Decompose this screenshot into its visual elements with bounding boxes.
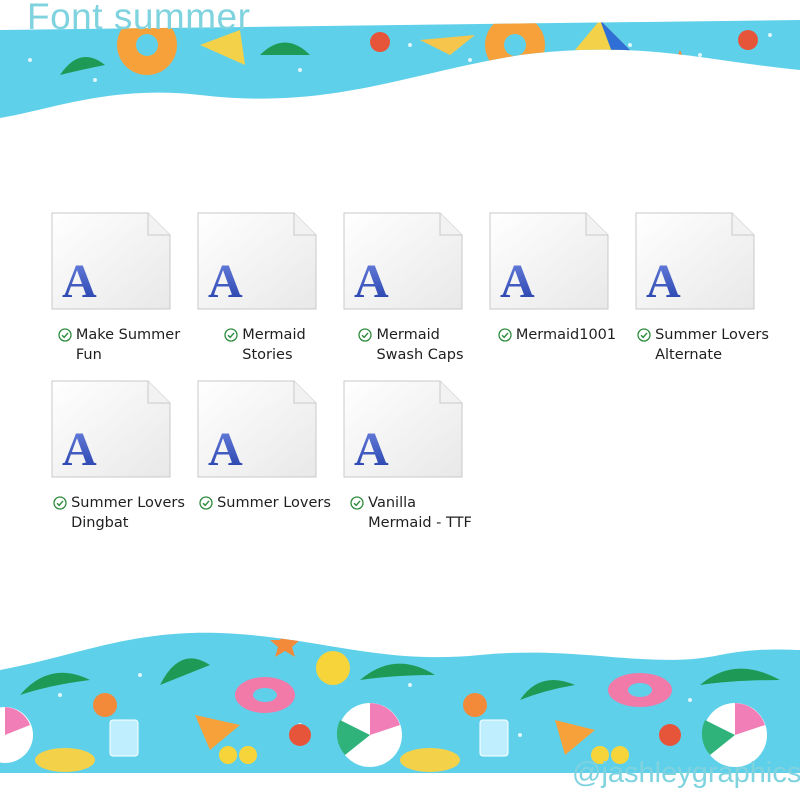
file-name-line1: Mermaid1001 — [515, 327, 617, 343]
font-file-icon: A — [50, 379, 172, 479]
svg-text:A: A — [208, 255, 243, 308]
file-name-line1: Summer Lovers — [217, 495, 331, 511]
svg-text:A: A — [354, 255, 389, 308]
check-circle-icon — [498, 328, 512, 342]
font-file-item[interactable]: A Summer Lovers — [192, 379, 338, 539]
svg-text:A: A — [208, 423, 243, 476]
file-name-line1: Mermaid — [376, 327, 440, 343]
font-file-item[interactable]: A Make Summer Fun — [46, 211, 192, 371]
file-name-line2: Stories — [242, 347, 293, 363]
font-file-icon: A — [634, 211, 756, 311]
file-name-line1: Summer Lovers — [71, 495, 185, 511]
svg-text:A: A — [500, 255, 535, 308]
svg-text:A: A — [62, 255, 97, 308]
page-title: Font summer — [27, 0, 251, 37]
check-circle-icon — [199, 496, 213, 510]
font-file-item[interactable]: A Summer Lovers Dingbat — [46, 379, 192, 539]
font-file-item[interactable]: A Summer Lovers Alternate — [630, 211, 776, 371]
file-name-line2: Swash Caps — [376, 347, 464, 363]
check-circle-icon — [53, 496, 67, 510]
font-file-item[interactable]: A Mermaid1001 — [484, 211, 630, 371]
svg-text:A: A — [354, 423, 389, 476]
file-name-line2: Fun — [75, 347, 102, 363]
svg-text:A: A — [646, 255, 681, 308]
svg-text:A: A — [62, 423, 97, 476]
check-circle-icon — [637, 328, 651, 342]
font-file-icon: A — [342, 211, 464, 311]
file-name-line1: Summer Lovers — [655, 327, 769, 343]
check-circle-icon — [358, 328, 373, 342]
font-file-item[interactable]: A Mermaid Stories — [192, 211, 338, 371]
font-file-icon: A — [342, 379, 464, 479]
font-file-icon: A — [488, 211, 610, 311]
file-name-line1: Vanilla — [368, 495, 417, 511]
font-file-icon: A — [196, 211, 318, 311]
file-name-line2: Dingbat — [71, 515, 129, 531]
check-circle-icon — [58, 328, 72, 342]
file-name-line2: Mermaid - TTF — [368, 515, 472, 531]
font-file-icon: A — [196, 379, 318, 479]
font-file-item[interactable]: A Mermaid Swash Caps — [338, 211, 484, 371]
file-name-line2: Alternate — [655, 347, 723, 363]
file-name-line1: Make Summer — [75, 327, 181, 343]
check-circle-icon — [350, 496, 364, 510]
font-file-icon: A — [50, 211, 172, 311]
file-name-line1: Mermaid — [242, 327, 306, 343]
check-circle-icon — [224, 328, 238, 342]
font-file-item[interactable]: A Vanilla Mermaid - TTF — [338, 379, 484, 539]
watermark-credit: @jashleygraphics — [572, 757, 800, 789]
